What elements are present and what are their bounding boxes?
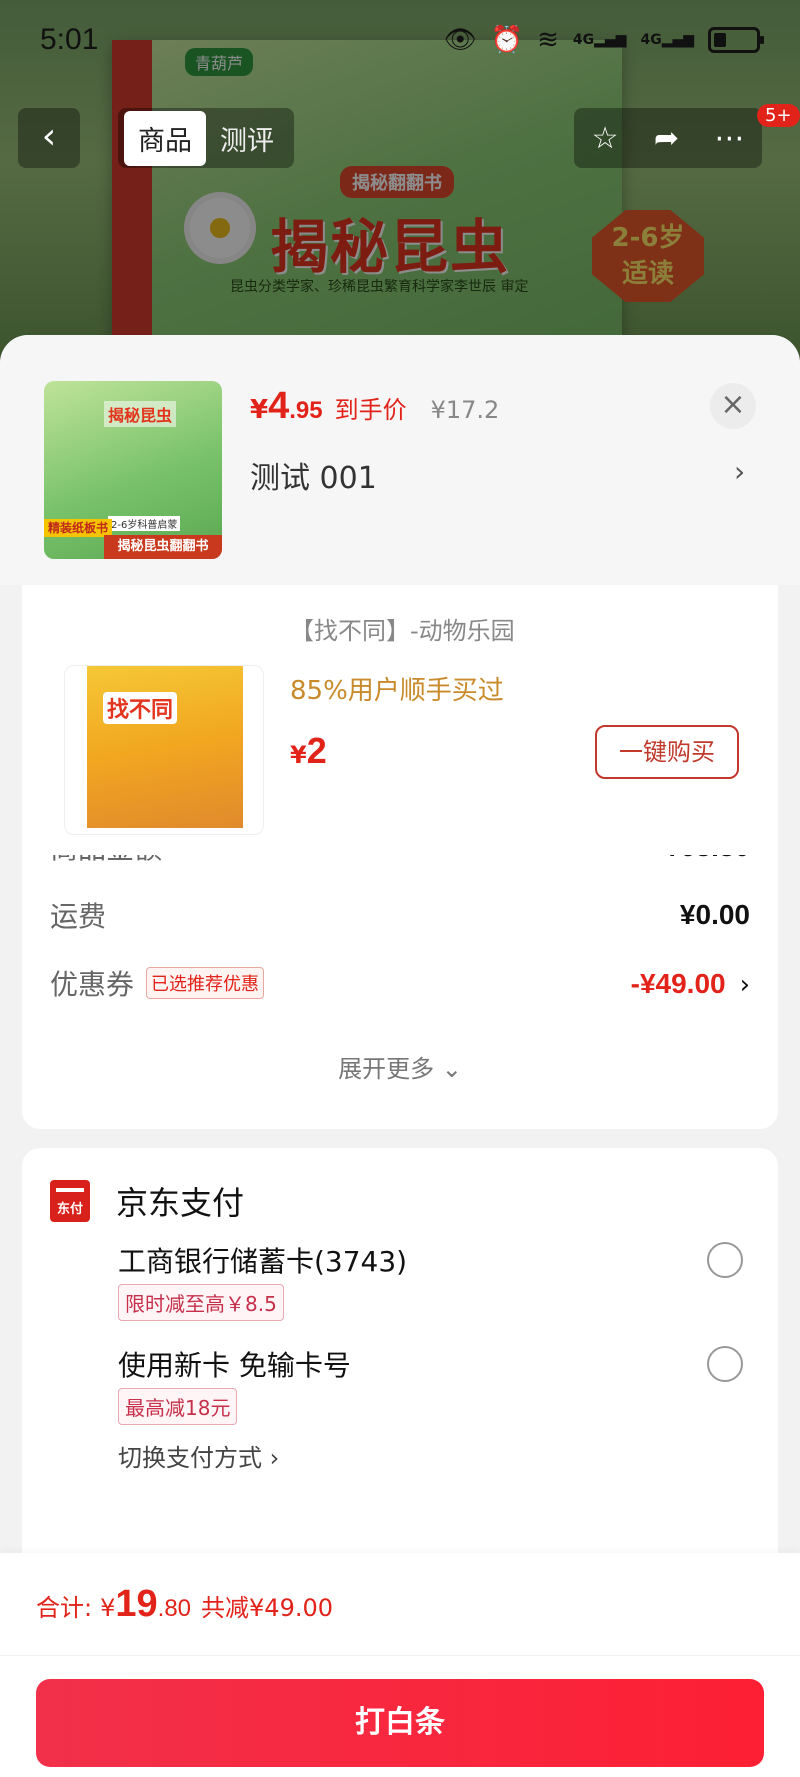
status-icons: 👁 ⏰ ≋ 4G▂▄▆ 4G▂▄▆ [443, 25, 764, 55]
total-label: 合计: [36, 1594, 93, 1622]
share-icon[interactable]: ➦ [654, 121, 679, 156]
summary-row-shipping: 运费 ¥0.00 [50, 895, 750, 935]
jd-pay-icon: 东付 [50, 1180, 90, 1222]
status-time: 5:01 [40, 23, 99, 56]
payment-option-tag: 限时减至高￥8.5 [118, 1284, 284, 1321]
final-price: ¥4 [250, 385, 289, 428]
recommend-price-value: 2 [306, 730, 327, 771]
one-click-buy-button[interactable]: 一键购买 [595, 725, 739, 779]
chevron-right-icon[interactable]: › [734, 455, 745, 488]
payment-card: 东付 京东支付 工商银行储蓄卡(3743) 限时减至高￥8.5 使用新卡 免输卡… [22, 1148, 778, 1578]
alarm-icon: ⏰ [490, 25, 524, 55]
checkout-bar: 合计: ¥ 19 .80 共减¥49.00 打白条 [0, 1553, 800, 1777]
chevron-left-icon: ‹ [41, 116, 57, 157]
chevron-right-icon: › [739, 969, 750, 1000]
payment-option-label[interactable]: 工商银行储蓄卡(3743) [118, 1240, 407, 1280]
recommend-image-title: 找不同 [103, 692, 178, 724]
close-icon: × [720, 387, 746, 422]
close-button[interactable]: × [710, 383, 756, 429]
switch-payment-label: 切换支付方式 [118, 1444, 262, 1472]
sheet-header: 揭秘昆虫 2-6岁科普启蒙 精装纸板书 揭秘昆虫翻翻书 ¥4 .95 到手价 ¥… [0, 335, 800, 585]
signal-icon-2: 4G▂▄▆ [640, 32, 694, 48]
total-integer: 19 [115, 1583, 158, 1625]
pay-button[interactable]: 打白条 [36, 1679, 764, 1767]
coupon-tag: 已选推荐优惠 [146, 967, 265, 999]
tab-bar: 商品 测评 [118, 108, 294, 168]
recommend-users: 85%用户顺手买过 [290, 676, 504, 706]
payment-option-tag: 最高减18元 [118, 1388, 238, 1425]
expand-more-button[interactable]: 展开更多 ⌄ [22, 1049, 778, 1084]
switch-payment-button[interactable]: 切换支付方式 › [118, 1438, 279, 1473]
price-label: 到手价 [334, 396, 407, 424]
recommend-currency: ¥ [290, 741, 307, 769]
payment-radio[interactable] [707, 1346, 743, 1382]
recommend-image[interactable]: 找不同 [64, 665, 264, 835]
payment-header: 东付 京东支付 [50, 1178, 244, 1224]
tool-group: ☆ ➦ ⋯ [574, 108, 762, 168]
summary-label: 优惠券 [50, 968, 135, 1001]
recommend-card: 找不同 【找不同】-动物乐园 85%用户顺手买过 ¥2 一键购买 [22, 545, 778, 855]
summary-value: ¥0.00 [679, 899, 750, 930]
summary-label: 运费 [50, 900, 107, 933]
summary-row-coupon[interactable]: 优惠券 已选推荐优惠 -¥49.00 › [50, 963, 750, 1003]
product-thumbnail[interactable]: 揭秘昆虫 2-6岁科普启蒙 精装纸板书 揭秘昆虫翻翻书 [44, 381, 222, 559]
payment-option-label[interactable]: 使用新卡 免输卡号 [118, 1344, 351, 1384]
thumb-title: 揭秘昆虫 [104, 401, 177, 427]
recommend-cover [87, 666, 243, 828]
total-currency: ¥ [100, 1594, 116, 1622]
tab-review[interactable]: 测评 [206, 111, 288, 166]
price-currency: ¥ [250, 395, 269, 425]
original-price: ¥17.2 [430, 396, 500, 424]
recommend-price: ¥2 [290, 730, 327, 772]
wifi-icon: ≋ [537, 25, 559, 55]
total-saved: 共减¥49.00 [201, 1594, 334, 1622]
back-button[interactable]: ‹ [18, 108, 80, 168]
divider [0, 1655, 800, 1656]
tab-product[interactable]: 商品 [124, 110, 206, 166]
chevron-down-icon: ⌄ [441, 1055, 462, 1083]
battery-icon [708, 27, 764, 53]
coupon-value-group: -¥49.00 › [631, 967, 750, 1000]
status-bar: 5:01 👁 ⏰ ≋ 4G▂▄▆ 4G▂▄▆ [0, 0, 800, 80]
expand-label: 展开更多 [338, 1055, 435, 1083]
recommend-title[interactable]: 【找不同】-动物乐园 [290, 611, 515, 646]
message-badge: 5+ [757, 104, 800, 127]
chevron-right-icon: › [269, 1444, 280, 1472]
signal-icon: 4G▂▄▆ [572, 32, 627, 48]
thumb-bar: 揭秘昆虫翻翻书 [104, 535, 222, 559]
star-icon[interactable]: ☆ [592, 121, 619, 156]
price-row: ¥4 .95 到手价 ¥17.2 [250, 385, 499, 428]
checkout-sheet: 揭秘昆虫 2-6岁科普启蒙 精装纸板书 揭秘昆虫翻翻书 ¥4 .95 到手价 ¥… [0, 335, 800, 1777]
coupon-label-group: 优惠券 已选推荐优惠 [50, 963, 265, 1003]
selected-variant[interactable]: 测试 001 [250, 453, 377, 497]
thumb-age: 2-6岁科普启蒙 [108, 516, 181, 531]
price-decimal: .95 [289, 397, 323, 424]
total-decimal: .80 [157, 1595, 192, 1622]
price-integer: 4 [268, 385, 290, 427]
payment-radio[interactable] [707, 1242, 743, 1278]
more-icon[interactable]: ⋯ [714, 121, 744, 156]
coupon-value: -¥49.00 [630, 967, 726, 999]
eye-icon: 👁 [443, 25, 477, 55]
total-row: 合计: ¥ 19 .80 共减¥49.00 [36, 1583, 333, 1626]
top-nav: ‹ 商品 测评 ☆ ➦ ⋯ 5+ [0, 100, 800, 170]
thumb-badge: 精装纸板书 [44, 519, 113, 537]
payment-title: 京东支付 [116, 1184, 245, 1222]
